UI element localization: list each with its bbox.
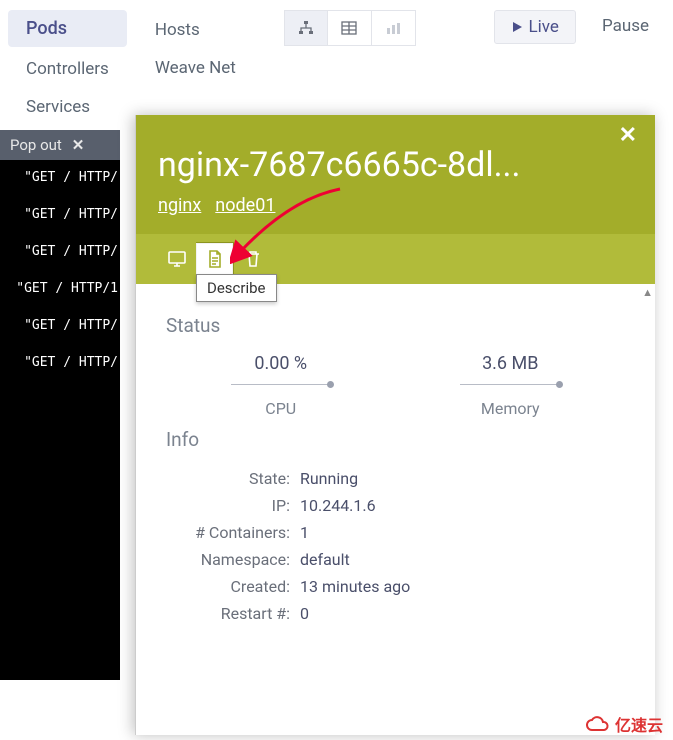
- detail-links: nginx node01: [158, 195, 633, 216]
- nav-controllers[interactable]: Controllers: [8, 53, 127, 85]
- top-navbar: Pods Controllers Services Hosts Weave Ne…: [0, 0, 673, 123]
- nav-col-2: Hosts Weave Net: [137, 10, 254, 84]
- terminal-line: "GET / HTTP/: [2, 318, 118, 333]
- chart-view-button[interactable]: [372, 10, 416, 46]
- info-key: IP:: [168, 496, 298, 521]
- memory-metric: 3.6 MB Memory: [460, 353, 560, 418]
- detail-panel: ✕ nginx-7687c6665c-8dl... nginx node01 D…: [135, 115, 655, 735]
- popout-bar[interactable]: Pop out ✕: [0, 130, 120, 160]
- detail-header: ✕ nginx-7687c6665c-8dl... nginx node01: [136, 115, 655, 234]
- terminal-line: "GET / HTTP/: [2, 244, 118, 259]
- memory-value: 3.6 MB: [460, 353, 560, 374]
- play-icon: [511, 21, 523, 33]
- cpu-label: CPU: [231, 399, 331, 418]
- info-key: Created:: [168, 577, 298, 602]
- table-row: Created:13 minutes ago: [168, 577, 623, 602]
- nav-col-1: Pods Controllers Services: [8, 10, 127, 123]
- sitemap-icon: [298, 20, 314, 36]
- terminal-line: "GET / HTTP/: [2, 355, 118, 370]
- terminal-panel: Pop out ✕ "GET / HTTP/ "GET / HTTP/ "GET…: [0, 130, 120, 680]
- link-nginx[interactable]: nginx: [158, 195, 201, 216]
- info-val: 1: [300, 523, 623, 548]
- status-heading: Status: [166, 314, 625, 337]
- info-table: State:Running IP:10.244.1.6 # Containers…: [166, 467, 625, 631]
- nav-services[interactable]: Services: [8, 91, 127, 123]
- memory-slider[interactable]: [460, 384, 560, 385]
- info-val: default: [300, 550, 623, 575]
- table-row: # Containers:1: [168, 523, 623, 548]
- document-icon: [208, 250, 222, 268]
- terminal-line: "GET / HTTP/: [2, 170, 118, 185]
- cpu-value: 0.00 %: [231, 353, 331, 374]
- topology-view-button[interactable]: [284, 10, 328, 46]
- info-val: 10.244.1.6: [300, 496, 623, 521]
- pause-button[interactable]: Pause: [586, 10, 665, 44]
- close-icon[interactable]: ✕: [72, 136, 85, 154]
- describe-button[interactable]: [196, 242, 234, 276]
- live-label: Live: [529, 17, 559, 37]
- brand-text: 亿速云: [615, 712, 663, 736]
- action-row: Describe: [136, 234, 655, 284]
- nav-pods[interactable]: Pods: [8, 10, 127, 47]
- live-button[interactable]: Live: [494, 10, 576, 44]
- info-key: State:: [168, 469, 298, 494]
- nav-weave-net[interactable]: Weave Net: [137, 52, 254, 84]
- delete-button[interactable]: [234, 242, 272, 276]
- playback-controls: Live Pause: [494, 10, 665, 44]
- table-view-button[interactable]: [328, 10, 372, 46]
- scroll-indicator-icon: ▲: [642, 286, 653, 299]
- close-button[interactable]: ✕: [619, 123, 637, 148]
- terminal-line: "GET / HTTP/1: [2, 281, 118, 296]
- terminal-output[interactable]: "GET / HTTP/ "GET / HTTP/ "GET / HTTP/ "…: [0, 160, 120, 680]
- info-heading: Info: [166, 428, 625, 451]
- monitor-icon: [168, 251, 186, 267]
- trash-icon: [245, 250, 261, 268]
- view-toolbar: [284, 10, 416, 46]
- table-row: Namespace:default: [168, 550, 623, 575]
- popout-label: Pop out: [10, 136, 62, 154]
- metrics-row: 0.00 % CPU 3.6 MB Memory: [166, 353, 625, 418]
- brand-watermark: 亿速云: [585, 712, 663, 736]
- info-val: Running: [300, 469, 623, 494]
- nav-hosts[interactable]: Hosts: [137, 10, 254, 46]
- table-row: State:Running: [168, 469, 623, 494]
- table-row: Restart #:0: [168, 604, 623, 629]
- table-icon: [341, 20, 357, 36]
- terminal-line: "GET / HTTP/: [2, 207, 118, 222]
- cpu-slider[interactable]: [231, 384, 331, 385]
- table-row: IP:10.244.1.6: [168, 496, 623, 521]
- terminal-button[interactable]: [158, 242, 196, 276]
- info-key: Namespace:: [168, 550, 298, 575]
- detail-body[interactable]: ▲ Status 0.00 % CPU 3.6 MB Memory Info S…: [136, 284, 655, 735]
- pod-title: nginx-7687c6665c-8dl...: [158, 145, 633, 185]
- barchart-icon: [385, 20, 401, 36]
- cpu-metric: 0.00 % CPU: [231, 353, 331, 418]
- info-key: Restart #:: [168, 604, 298, 629]
- info-val: 13 minutes ago: [300, 577, 623, 602]
- cloud-icon: [585, 715, 611, 733]
- panel-overlay: Pop out ✕ "GET / HTTP/ "GET / HTTP/ "GET…: [0, 130, 673, 740]
- memory-label: Memory: [460, 399, 560, 418]
- info-key: # Containers:: [168, 523, 298, 548]
- info-val: 0: [300, 604, 623, 629]
- link-node01[interactable]: node01: [215, 195, 275, 216]
